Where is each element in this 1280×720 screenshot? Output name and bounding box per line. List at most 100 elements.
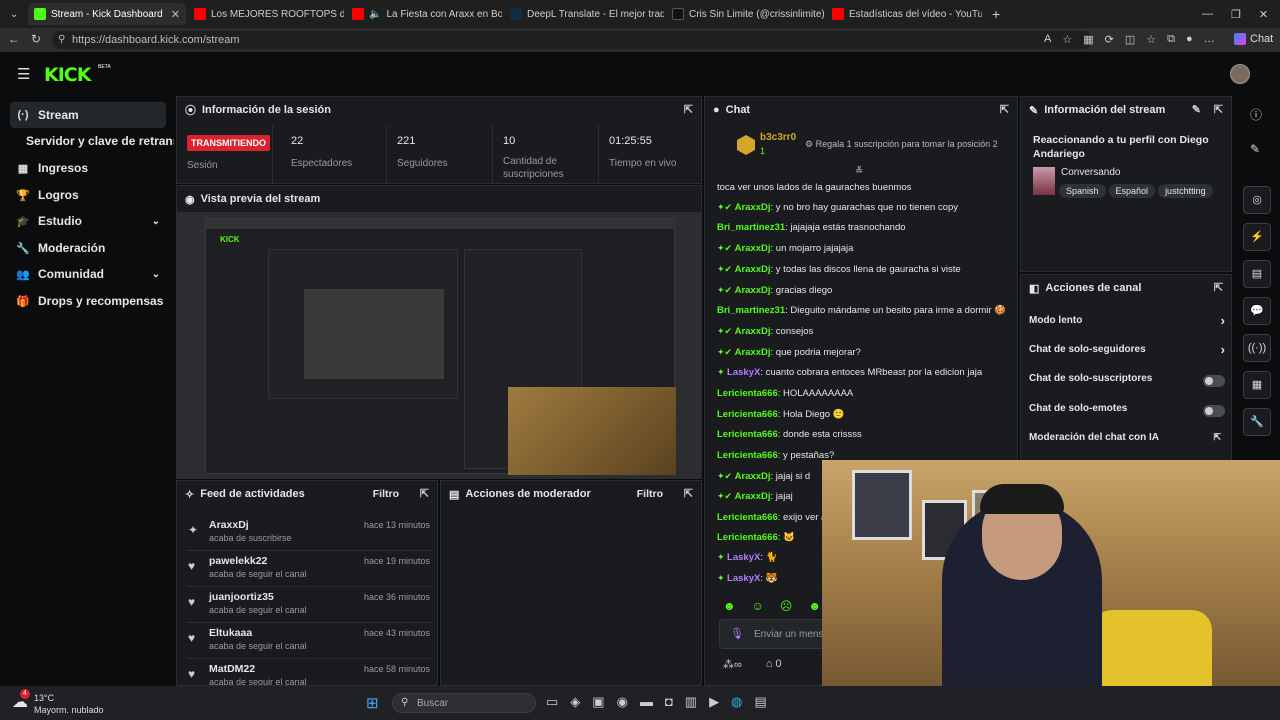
popout-icon[interactable]: ⇱ bbox=[684, 487, 693, 500]
emote-icon[interactable]: ☹ bbox=[780, 599, 793, 613]
file-explorer-icon[interactable]: ▬ bbox=[640, 694, 653, 710]
notes-icon[interactable]: ▣ bbox=[592, 694, 604, 710]
windows-start-icon[interactable]: ⊞ bbox=[366, 694, 379, 712]
lightning-icon[interactable]: ⚡ bbox=[1243, 223, 1271, 251]
shop-icon[interactable]: ⌂ 0 bbox=[766, 658, 782, 671]
sidebar-item-estudio[interactable]: 🎓 Estudio ⌄ bbox=[10, 208, 166, 234]
sidebar-item-drops[interactable]: 🎁 Drops y recompensas bbox=[10, 288, 166, 314]
media-icon[interactable]: ▶ bbox=[709, 694, 719, 710]
target-icon[interactable]: ◎ bbox=[1243, 186, 1271, 214]
minimize-icon[interactable]: — bbox=[1202, 8, 1213, 20]
url-field[interactable]: ⚲ https://dashboard.kick.com/stream bbox=[52, 31, 1092, 49]
emote-icon[interactable]: ☻ bbox=[808, 599, 821, 613]
back-icon[interactable]: ← bbox=[8, 32, 20, 46]
favorites-icon[interactable]: ☆ bbox=[1146, 33, 1156, 46]
tab-youtube-rooftops[interactable]: Los MEJORES ROOFTOPS de BOGO ✕ bbox=[188, 3, 344, 25]
filter-button[interactable]: Filtro bbox=[637, 488, 663, 500]
collections-icon[interactable]: ⧉ bbox=[1167, 33, 1175, 46]
read-aloud-icon[interactable]: A bbox=[1044, 33, 1051, 46]
photos-icon[interactable]: ▥ bbox=[685, 694, 697, 710]
close-tab-icon[interactable]: ✕ bbox=[171, 8, 180, 21]
broadcast-icon[interactable]: ((·)) bbox=[1243, 334, 1271, 362]
chat-username[interactable]: Bri_martinez31 bbox=[717, 305, 785, 316]
tab-deepl[interactable]: DeepL Translate - El mejor traduct ✕ bbox=[504, 3, 664, 25]
sidebar-item-ingresos[interactable]: ▦ Ingresos bbox=[10, 155, 166, 181]
edit-icon[interactable]: ✎ bbox=[1192, 103, 1201, 116]
emotes-only-toggle[interactable] bbox=[1203, 405, 1225, 417]
chat-username[interactable]: AraxxDj bbox=[735, 264, 771, 275]
favorite-star-icon[interactable]: ☆ bbox=[1062, 33, 1072, 46]
chat-username[interactable]: AraxxDj bbox=[735, 202, 771, 213]
chat-username[interactable]: AraxxDj bbox=[735, 491, 771, 502]
infinity-icon[interactable]: ⁂∞ bbox=[723, 658, 742, 671]
chat-username[interactable]: AraxxDj bbox=[735, 326, 771, 337]
tag[interactable]: Español bbox=[1108, 184, 1156, 198]
chat-username[interactable]: Lericienta666 bbox=[717, 429, 778, 440]
stream-preview-video[interactable]: KICK bbox=[177, 212, 701, 478]
wrench-icon[interactable]: 🔧 bbox=[1243, 408, 1271, 436]
sidebar-item-stream[interactable]: (·) Stream bbox=[10, 102, 166, 128]
filter-button[interactable]: Filtro bbox=[373, 488, 399, 500]
mic-icon[interactable]: 🎙 bbox=[730, 627, 744, 640]
chat-input[interactable]: 🎙 Enviar un mens bbox=[719, 619, 839, 649]
chat-username[interactable]: Lericienta666 bbox=[717, 512, 778, 523]
popout-icon[interactable]: ⇱ bbox=[420, 487, 429, 500]
chat-username[interactable]: AraxxDj bbox=[735, 243, 771, 254]
emote-icon[interactable]: ☻ bbox=[723, 599, 736, 613]
category-name[interactable]: Conversando bbox=[1061, 167, 1120, 178]
split-screen-icon[interactable]: ◫ bbox=[1125, 33, 1135, 46]
obs-icon[interactable]: ◉ bbox=[617, 694, 628, 710]
maximize-icon[interactable]: ❐ bbox=[1231, 8, 1241, 21]
feed-username[interactable]: MatDM22 bbox=[209, 663, 255, 675]
feed-username[interactable]: AraxxDj bbox=[209, 519, 249, 531]
chat-username[interactable]: AraxxDj bbox=[735, 347, 771, 358]
copilot-icon[interactable]: ◈ bbox=[570, 694, 580, 710]
layout-icon[interactable]: ▦ bbox=[1243, 371, 1271, 399]
subscribers-only-toggle[interactable] bbox=[1203, 375, 1225, 387]
top-gifter-name[interactable]: b3c3rr0 bbox=[760, 132, 796, 143]
feed-username[interactable]: Eltukaaa bbox=[209, 627, 252, 639]
edge-icon[interactable]: ◍ bbox=[731, 694, 742, 710]
pencil-icon[interactable]: ✎ bbox=[1250, 142, 1260, 156]
app-icon[interactable]: ▤ bbox=[754, 694, 766, 710]
slow-mode-row[interactable]: Modo lento › bbox=[1029, 313, 1225, 335]
chat-username[interactable]: LaskyX bbox=[727, 573, 760, 584]
sidebar-item-logros[interactable]: 🏆 Logros bbox=[10, 182, 166, 208]
reload-icon[interactable]: ↻ bbox=[31, 32, 41, 46]
sidebar-item-comunidad[interactable]: 👥 Comunidad ⌄ bbox=[10, 261, 166, 287]
gift-sub-prompt[interactable]: ⚙ Regala 1 suscripción para tomar la pos… bbox=[805, 139, 998, 150]
task-view-icon[interactable]: ▭ bbox=[546, 694, 558, 710]
kick-logo[interactable]: KICK bbox=[44, 64, 91, 86]
chat-username[interactable]: Lericienta666 bbox=[717, 409, 778, 420]
avatar[interactable] bbox=[1230, 64, 1250, 84]
info-circle-icon[interactable]: ⓘ bbox=[1250, 106, 1262, 123]
chat-icon[interactable]: 💬 bbox=[1243, 297, 1271, 325]
tab-list-button[interactable]: ⌄ bbox=[4, 3, 22, 25]
chat-username[interactable]: Lericienta666 bbox=[717, 450, 778, 461]
popout-icon[interactable]: ⇱ bbox=[1214, 281, 1223, 294]
chat-username[interactable]: Lericienta666 bbox=[717, 532, 778, 543]
popout-icon[interactable]: ⇱ bbox=[1000, 103, 1009, 116]
taskbar-search[interactable]: ⚲ Buscar bbox=[392, 693, 536, 713]
tab-tiktok[interactable]: Cris Sin Limite (@crissinlimite) | Ti ✕ bbox=[666, 3, 824, 25]
profile-icon[interactable]: ● bbox=[1186, 33, 1193, 46]
tab-kick-dashboard[interactable]: Stream - Kick Dashboard ✕ bbox=[28, 3, 186, 25]
feed-username[interactable]: pawelekk22 bbox=[209, 555, 267, 567]
tab-youtube-fiesta[interactable]: 🔈 La Fiesta con Araxx en Bogotá ✕ bbox=[346, 3, 502, 25]
hamburger-menu-icon[interactable]: ☰ bbox=[17, 65, 30, 83]
followers-only-row[interactable]: Chat de solo-seguidores › bbox=[1029, 342, 1225, 364]
copilot-button[interactable]: Chat bbox=[1234, 33, 1273, 45]
popout-icon[interactable]: ⇱ bbox=[684, 103, 693, 116]
popout-icon[interactable]: ⇱ bbox=[1214, 103, 1223, 116]
store-icon[interactable]: ◘ bbox=[665, 694, 673, 710]
apps-grid-icon[interactable]: ▦ bbox=[1083, 33, 1093, 46]
new-tab-button[interactable]: + bbox=[986, 3, 1006, 25]
chat-username[interactable]: Lericienta666 bbox=[717, 388, 778, 399]
chat-username[interactable]: LaskyX bbox=[727, 552, 760, 563]
sidebar-item-server-key[interactable]: Servidor y clave de retransm bbox=[20, 128, 174, 154]
chat-username[interactable]: AraxxDj bbox=[735, 285, 771, 296]
tab-youtube-studio[interactable]: Estadísticas del vídeo - YouTube St ✕ bbox=[826, 3, 982, 25]
sidebar-item-moderacion[interactable]: 🔧 Moderación bbox=[10, 235, 166, 261]
chat-username[interactable]: AraxxDj bbox=[735, 471, 771, 482]
document-icon[interactable]: ▤ bbox=[1243, 260, 1271, 288]
